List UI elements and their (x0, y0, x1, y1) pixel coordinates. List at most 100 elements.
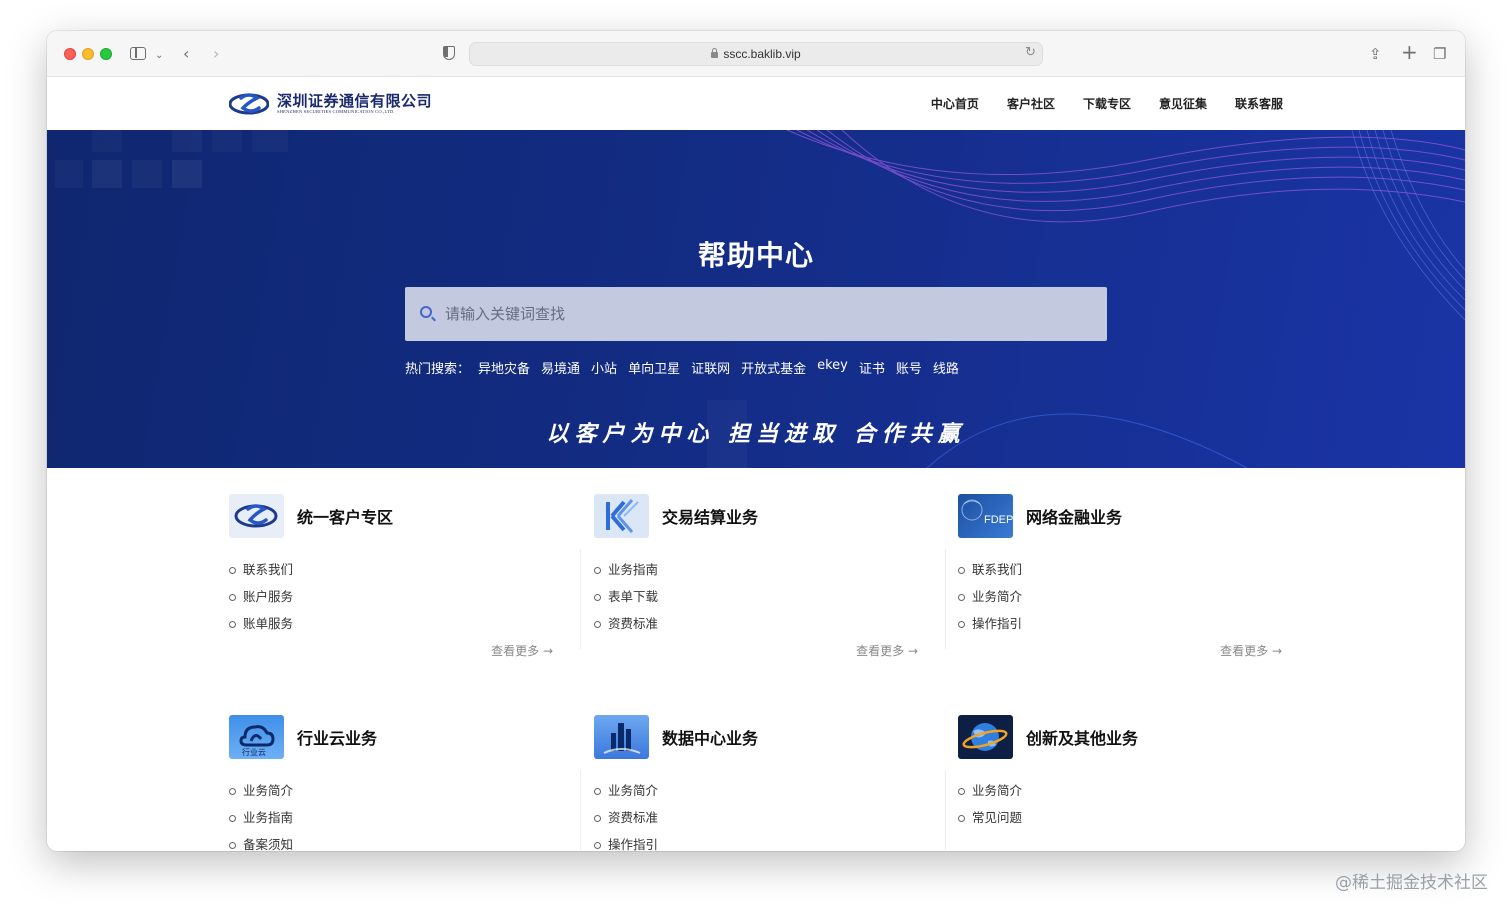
new-tab-icon[interactable]: + (1401, 42, 1418, 62)
search-box[interactable] (405, 287, 1107, 341)
hot-search-item[interactable]: 证书 (859, 358, 885, 377)
section-title: 交易结算业务 (662, 508, 759, 527)
company-logo[interactable]: 深圳证券通信有限公司 SHENZHEN SECURITIES COMMUNICA… (229, 88, 432, 120)
section-link[interactable]: 联系我们 (229, 556, 569, 583)
hot-search-item[interactable]: 线路 (933, 358, 959, 377)
privacy-shield-icon[interactable] (443, 46, 455, 60)
view-more-label: 查看更多 (856, 644, 905, 658)
view-more-label: 查看更多 (1220, 644, 1269, 658)
browser-window: ⌄ ‹ › sscc.baklib.vip ↻ ⇪ + ❐ 深圳证券通信有限公司… (47, 31, 1465, 851)
share-icon[interactable]: ⇪ (1369, 44, 1382, 64)
section-title: 创新及其他业务 (1026, 729, 1139, 748)
section-link[interactable]: 业务简介 (958, 583, 1298, 610)
lock-icon (711, 48, 719, 58)
nav-home[interactable]: 中心首页 (931, 95, 979, 112)
section-link[interactable]: 资费标准 (594, 610, 934, 637)
section-card: 统一客户专区 联系我们 账户服务 账单服务 查看更多 → (229, 494, 569, 658)
nav-feedback[interactable]: 意见征集 (1159, 95, 1207, 112)
nav-support[interactable]: 联系客服 (1235, 95, 1283, 112)
browser-toolbar: ⌄ ‹ › sscc.baklib.vip ↻ ⇪ + ❐ (47, 31, 1465, 77)
section-card: 交易结算业务 业务指南 表单下载 资费标准 查看更多 → (594, 494, 934, 658)
minimize-window-button[interactable] (82, 48, 94, 60)
watermark: @稀土掘金技术社区 (1335, 873, 1488, 893)
section-card: FDEP 网络金融业务 联系我们 业务简介 操作指引 查看更多 → (958, 494, 1298, 658)
hot-search-item[interactable]: 单向卫星 (628, 358, 680, 377)
arrow-right-icon: → (907, 644, 918, 658)
section-link[interactable]: 备案须知 (229, 831, 569, 851)
industry-cloud-icon: 行业云 (229, 715, 284, 759)
nav-community[interactable]: 客户社区 (1007, 95, 1055, 112)
section-link[interactable]: 业务简介 (958, 777, 1298, 804)
section-header[interactable]: 交易结算业务 (594, 494, 934, 538)
arrow-right-icon: → (1271, 644, 1282, 658)
section-link[interactable]: 业务简介 (594, 777, 934, 804)
tab-overview-icon[interactable]: ❐ (1433, 44, 1446, 64)
view-more-link[interactable]: 查看更多 → (491, 642, 553, 659)
section-link[interactable]: 资费标准 (594, 804, 934, 831)
section-links: 联系我们 业务简介 操作指引 (958, 556, 1298, 637)
section-link[interactable]: 操作指引 (594, 831, 934, 851)
sscc-logo-icon (229, 93, 269, 115)
search-input[interactable] (445, 287, 1095, 341)
section-link[interactable]: 账单服务 (229, 610, 569, 637)
section-title: 网络金融业务 (1026, 508, 1123, 527)
hero-slogan: 以客户为中心 担当进取 合作共赢 (546, 421, 966, 447)
section-links: 联系我们 账户服务 账单服务 (229, 556, 569, 637)
url-text: sscc.baklib.vip (470, 47, 1042, 61)
section-link[interactable]: 业务指南 (229, 804, 569, 831)
sscc-logo-icon (229, 494, 284, 538)
column-divider (580, 770, 581, 850)
section-link[interactable]: 业务简介 (229, 777, 569, 804)
close-window-button[interactable] (64, 48, 76, 60)
cloud-icon-text: 行业云 (242, 747, 266, 757)
logo-chinese-name: 深圳证券通信有限公司 (277, 92, 433, 110)
hot-search-item[interactable]: 小站 (591, 358, 617, 377)
section-card: 数据中心业务 业务简介 资费标准 操作指引 (594, 715, 934, 851)
hero-title: 帮助中心 (697, 239, 814, 272)
hero-banner: 帮助中心 热门搜索： 异地灾备 易境通 小站 单向卫星 证联网 开放式基金 ek… (47, 130, 1465, 468)
view-more-label: 查看更多 (491, 644, 540, 658)
nav-downloads[interactable]: 下载专区 (1083, 95, 1131, 112)
reload-icon[interactable]: ↻ (1025, 45, 1036, 60)
forward-icon[interactable]: › (213, 44, 219, 64)
section-link[interactable]: 操作指引 (958, 610, 1298, 637)
column-divider (945, 770, 946, 850)
chevron-down-icon[interactable]: ⌄ (155, 46, 163, 66)
section-header[interactable]: 行业云 行业云业务 (229, 715, 569, 759)
zoom-window-button[interactable] (100, 48, 112, 60)
logo-english-name: SHENZHEN SECURITIES COMMUNICATION CO.,LT… (277, 109, 395, 114)
hot-search-item[interactable]: ekey (817, 358, 848, 377)
fdep-icon: FDEP (958, 494, 1013, 538)
section-link[interactable]: 联系我们 (958, 556, 1298, 583)
section-link[interactable]: 常见问题 (958, 804, 1298, 831)
hot-search-item[interactable]: 开放式基金 (741, 358, 806, 377)
site-header: 深圳证券通信有限公司 SHENZHEN SECURITIES COMMUNICA… (47, 77, 1465, 130)
section-links: 业务简介 常见问题 (958, 777, 1298, 831)
section-links: 业务简介 资费标准 操作指引 (594, 777, 934, 851)
hot-search: 热门搜索： 异地灾备 易境通 小站 单向卫星 证联网 开放式基金 ekey 证书… (405, 358, 970, 377)
view-more-link[interactable]: 查看更多 → (856, 642, 918, 659)
section-header[interactable]: FDEP 网络金融业务 (958, 494, 1298, 538)
hot-search-item[interactable]: 证联网 (691, 358, 730, 377)
address-bar[interactable]: sscc.baklib.vip ↻ (469, 42, 1043, 66)
data-center-icon (594, 715, 649, 759)
back-icon[interactable]: ‹ (183, 44, 189, 64)
section-header[interactable]: 统一客户专区 (229, 494, 569, 538)
hot-search-item[interactable]: 账号 (896, 358, 922, 377)
column-divider (945, 549, 946, 649)
hot-search-item[interactable]: 异地灾备 (478, 358, 530, 377)
hot-search-item[interactable]: 易境通 (541, 358, 580, 377)
fdep-icon-text: FDEP (984, 514, 1013, 526)
sidebar-toggle-icon[interactable] (130, 47, 146, 60)
section-link[interactable]: 账户服务 (229, 583, 569, 610)
section-header[interactable]: 数据中心业务 (594, 715, 934, 759)
section-link[interactable]: 业务指南 (594, 556, 934, 583)
main-nav: 中心首页 客户社区 下载专区 意见征集 联系客服 (903, 95, 1283, 112)
section-header[interactable]: 创新及其他业务 (958, 715, 1298, 759)
view-more-link[interactable]: 查看更多 → (1220, 642, 1282, 659)
section-title: 统一客户专区 (297, 508, 394, 527)
section-card: 行业云 行业云业务 业务简介 业务指南 备案须知 (229, 715, 569, 851)
url-value: sscc.baklib.vip (723, 47, 801, 61)
section-link[interactable]: 表单下载 (594, 583, 934, 610)
column-divider (580, 549, 581, 649)
